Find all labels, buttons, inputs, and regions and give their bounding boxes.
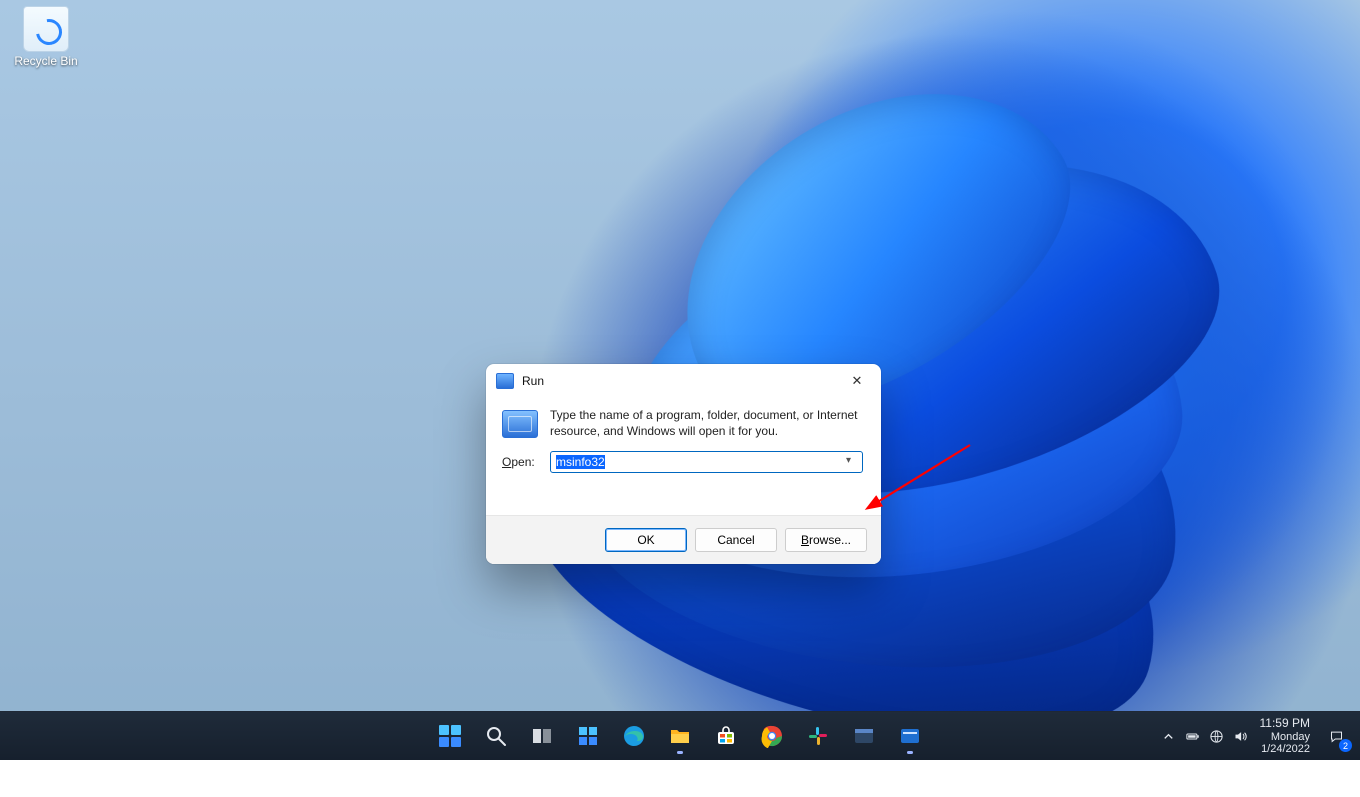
chevron-up-icon[interactable] — [1161, 729, 1176, 744]
app-button-1[interactable] — [844, 716, 884, 756]
ok-button[interactable]: OK — [605, 528, 687, 552]
active-indicator — [677, 751, 683, 754]
store-icon — [714, 724, 738, 748]
open-combobox[interactable]: ▾ — [550, 451, 863, 473]
tray-icons[interactable] — [1161, 729, 1248, 744]
store-button[interactable] — [706, 716, 746, 756]
browse-button[interactable]: Browse... — [785, 528, 867, 552]
recycle-bin-graphic-icon — [23, 6, 69, 52]
clock-time: 11:59 PM — [1260, 717, 1310, 730]
desktop[interactable]: Recycle Bin Run ✕ Type the name of a pro… — [0, 0, 1360, 760]
cancel-button[interactable]: Cancel — [695, 528, 777, 552]
close-icon: ✕ — [852, 373, 863, 389]
edge-icon — [622, 724, 646, 748]
app-icon — [898, 724, 922, 748]
widgets-button[interactable] — [568, 716, 608, 756]
recycle-bin-icon[interactable]: Recycle Bin — [10, 6, 82, 68]
clock-date: 1/24/2022 — [1260, 743, 1310, 755]
clock[interactable]: 11:59 PM Monday 1/24/2022 — [1260, 717, 1310, 754]
volume-icon[interactable] — [1233, 729, 1248, 744]
windows-logo-icon — [439, 725, 461, 747]
taskbar-center — [430, 716, 930, 756]
close-button[interactable]: ✕ — [839, 367, 875, 395]
search-icon — [484, 724, 508, 748]
chevron-down-icon[interactable]: ▾ — [846, 455, 858, 467]
folder-icon — [668, 724, 692, 748]
run-titlebar[interactable]: Run ✕ — [486, 364, 881, 397]
file-explorer-button[interactable] — [660, 716, 700, 756]
recycle-bin-label: Recycle Bin — [10, 54, 82, 68]
start-button[interactable] — [430, 716, 470, 756]
run-title-text: Run — [522, 374, 544, 388]
slack-icon — [806, 724, 830, 748]
run-dialog: Run ✕ Type the name of a program, folder… — [486, 364, 881, 564]
run-large-icon — [502, 410, 538, 438]
battery-icon[interactable] — [1185, 729, 1200, 744]
task-view-icon — [530, 724, 554, 748]
notification-badge: 2 — [1339, 739, 1352, 752]
run-button-row: OK Cancel Browse... — [486, 515, 881, 564]
active-indicator — [907, 751, 913, 754]
app-icon — [852, 724, 876, 748]
taskbar: 11:59 PM Monday 1/24/2022 2 — [0, 711, 1360, 760]
open-label: Open: — [502, 455, 540, 469]
search-button[interactable] — [476, 716, 516, 756]
network-icon[interactable] — [1209, 729, 1224, 744]
notification-center-button[interactable]: 2 — [1322, 722, 1350, 750]
clock-day: Monday — [1260, 731, 1310, 743]
edge-button[interactable] — [614, 716, 654, 756]
system-tray: 11:59 PM Monday 1/24/2022 2 — [1161, 717, 1360, 754]
run-app-icon — [496, 373, 514, 389]
task-view-button[interactable] — [522, 716, 562, 756]
run-description: Type the name of a program, folder, docu… — [550, 407, 863, 439]
chrome-icon — [760, 724, 784, 748]
slack-button[interactable] — [798, 716, 838, 756]
chrome-button[interactable] — [752, 716, 792, 756]
widgets-icon — [576, 724, 600, 748]
open-input[interactable] — [550, 451, 863, 473]
app-button-2[interactable] — [890, 716, 930, 756]
